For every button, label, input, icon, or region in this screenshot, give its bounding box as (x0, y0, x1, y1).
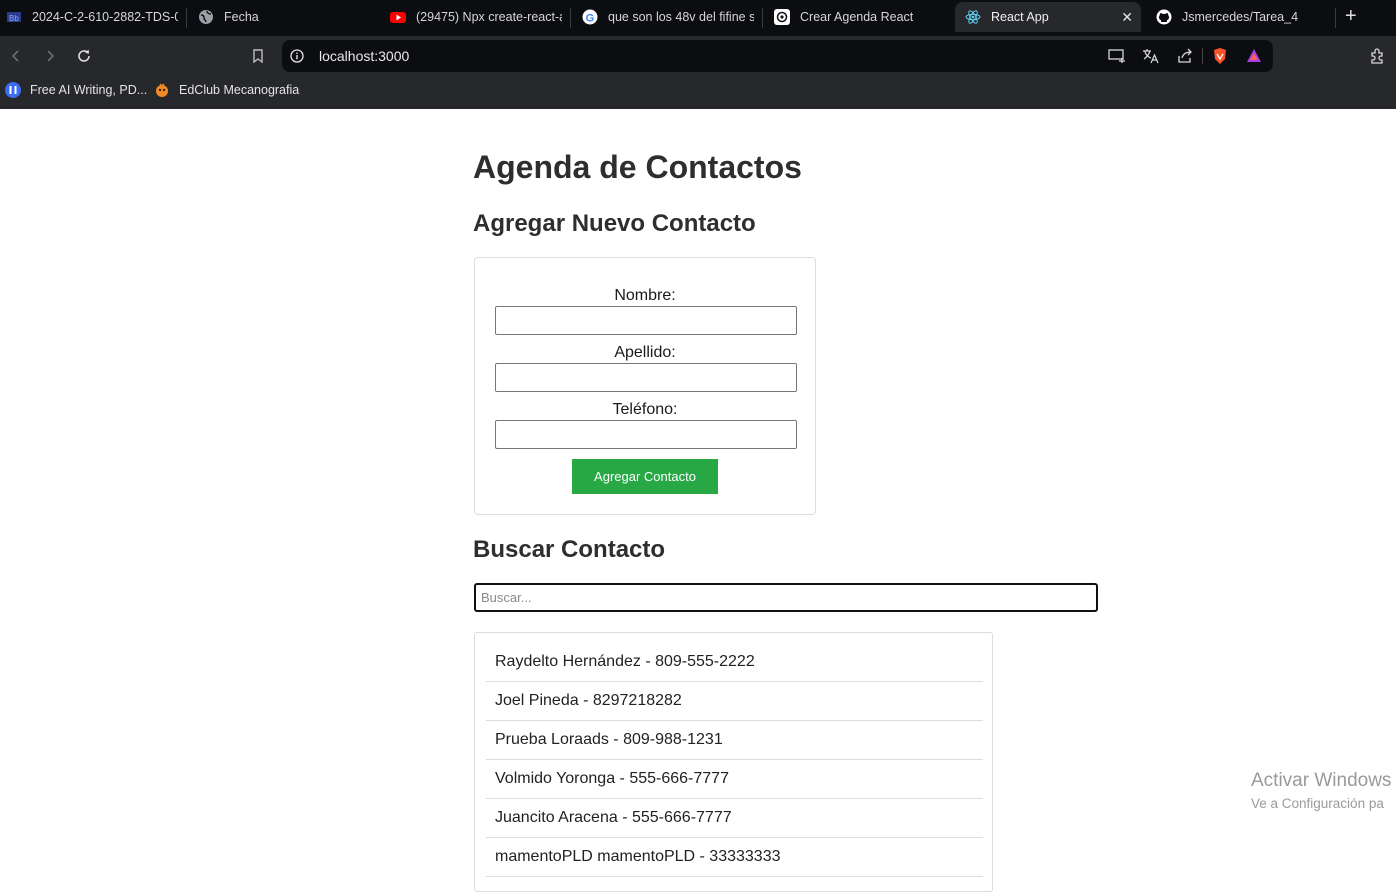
phone-label: Teléfono: (612, 401, 678, 418)
name-label: Nombre: (614, 287, 676, 304)
ai-writing-icon (5, 82, 21, 98)
arrow-right-icon (47, 50, 55, 62)
contact-item: Volmido Yoronga - 555-666-7777 (486, 760, 983, 799)
tab-react-app[interactable]: React App ✕ (955, 2, 1141, 32)
tab-title: 2024-C-2-610-2882-TDS-00 (32, 10, 178, 24)
tab-github[interactable]: Jsmercedes/Tarea_4 (1156, 2, 1328, 32)
phone-input[interactable] (495, 420, 797, 449)
tab-strip: Bb 2024-C-2-610-2882-TDS-00 Fecha (29475… (0, 0, 1396, 36)
translate-icon[interactable] (1142, 48, 1160, 64)
lastname-input[interactable] (495, 363, 797, 392)
windows-activation-watermark: Activar Windows Ve a Configuración pa (1251, 770, 1391, 811)
google-icon: G (582, 9, 598, 25)
name-input[interactable] (495, 306, 797, 335)
reload-button[interactable] (74, 46, 94, 66)
tab-title: que son los 48v del fifine sc (608, 10, 754, 24)
react-icon (965, 9, 981, 25)
cast-icon[interactable] (1108, 48, 1126, 64)
edclub-icon (154, 82, 170, 98)
github-icon (1156, 9, 1172, 25)
extensions-button[interactable] (1368, 46, 1388, 66)
contact-item: Juancito Aracena - 555-666-7777 (486, 799, 983, 838)
tab-blackboard[interactable]: Bb 2024-C-2-610-2882-TDS-00 (6, 2, 178, 32)
add-contact-button[interactable]: Agregar Contacto (572, 459, 718, 494)
contact-list: Raydelto Hernández - 809-555-2222 Joel P… (486, 643, 983, 877)
close-icon[interactable]: ✕ (1121, 9, 1133, 26)
tab-chatgpt[interactable]: Crear Agenda React (774, 2, 946, 32)
brave-shield-icon[interactable] (1211, 48, 1229, 64)
bookmark-label: EdClub Mecanografia (179, 83, 300, 97)
bookmark-icon (253, 49, 263, 64)
watermark-line2: Ve a Configuración pa (1251, 796, 1384, 811)
lastname-label: Apellido: (614, 344, 676, 361)
contact-item: mamentoPLD mamentoPLD - 33333333 (486, 838, 983, 877)
tab-youtube[interactable]: (29475) Npx create-react-ap (390, 2, 562, 32)
share-icon[interactable] (1176, 48, 1194, 64)
bookmark-item[interactable]: EdClub Mecanografia (154, 82, 299, 98)
bookmarks-bar: Free AI Writing, PD... EdClub Mecanograf… (0, 76, 1396, 109)
brave-rewards-icon[interactable] (1245, 48, 1263, 64)
contact-item: Prueba Loraads - 809-988-1231 (486, 721, 983, 760)
search-contact-heading: Buscar Contacto (473, 536, 666, 563)
address-bar[interactable]: localhost:3000 (282, 40, 1273, 72)
youtube-icon (390, 9, 406, 25)
info-icon[interactable] (288, 48, 306, 64)
add-contact-heading: Agregar Nuevo Contacto (473, 210, 756, 237)
reload-icon (78, 49, 90, 62)
puzzle-icon (1371, 48, 1383, 64)
svg-text:Bb: Bb (9, 14, 19, 23)
bookmark-item[interactable]: Free AI Writing, PD... (5, 82, 147, 98)
contact-item: Raydelto Hernández - 809-555-2222 (486, 643, 983, 682)
globe-icon (198, 9, 214, 25)
chatgpt-icon (774, 9, 790, 25)
blackboard-icon: Bb (6, 9, 22, 25)
tab-title: Fecha (224, 10, 259, 24)
arrow-left-icon (11, 50, 19, 62)
svg-text:G: G (586, 12, 595, 24)
bookmark-button[interactable] (248, 46, 268, 66)
tab-title: React App (991, 10, 1049, 24)
tab-google[interactable]: G que son los 48v del fifine sc (582, 2, 754, 32)
tab-title: (29475) Npx create-react-ap (416, 10, 562, 24)
forward-button[interactable] (40, 46, 60, 66)
search-input[interactable] (474, 583, 1098, 612)
contact-item: Joel Pineda - 8297218282 (486, 682, 983, 721)
url-text: localhost:3000 (319, 48, 410, 64)
browser-toolbar: localhost:3000 (0, 36, 1396, 76)
watermark-line1: Activar Windows (1251, 770, 1392, 791)
page-content: Agenda de Contactos Agregar Nuevo Contac… (0, 109, 1396, 892)
tab-title: Jsmercedes/Tarea_4 (1182, 10, 1299, 24)
tab-title: Crear Agenda React (800, 10, 914, 24)
back-button[interactable] (6, 46, 26, 66)
bookmark-label: Free AI Writing, PD... (30, 83, 148, 97)
tab-fecha[interactable]: Fecha (198, 2, 373, 32)
new-tab-button[interactable]: + (1345, 5, 1357, 28)
add-contact-form: Nombre: Apellido: Teléfono: Agregar Cont… (474, 257, 816, 515)
contact-list-container: Raydelto Hernández - 809-555-2222 Joel P… (474, 632, 993, 892)
page-title: Agenda de Contactos (473, 149, 802, 185)
